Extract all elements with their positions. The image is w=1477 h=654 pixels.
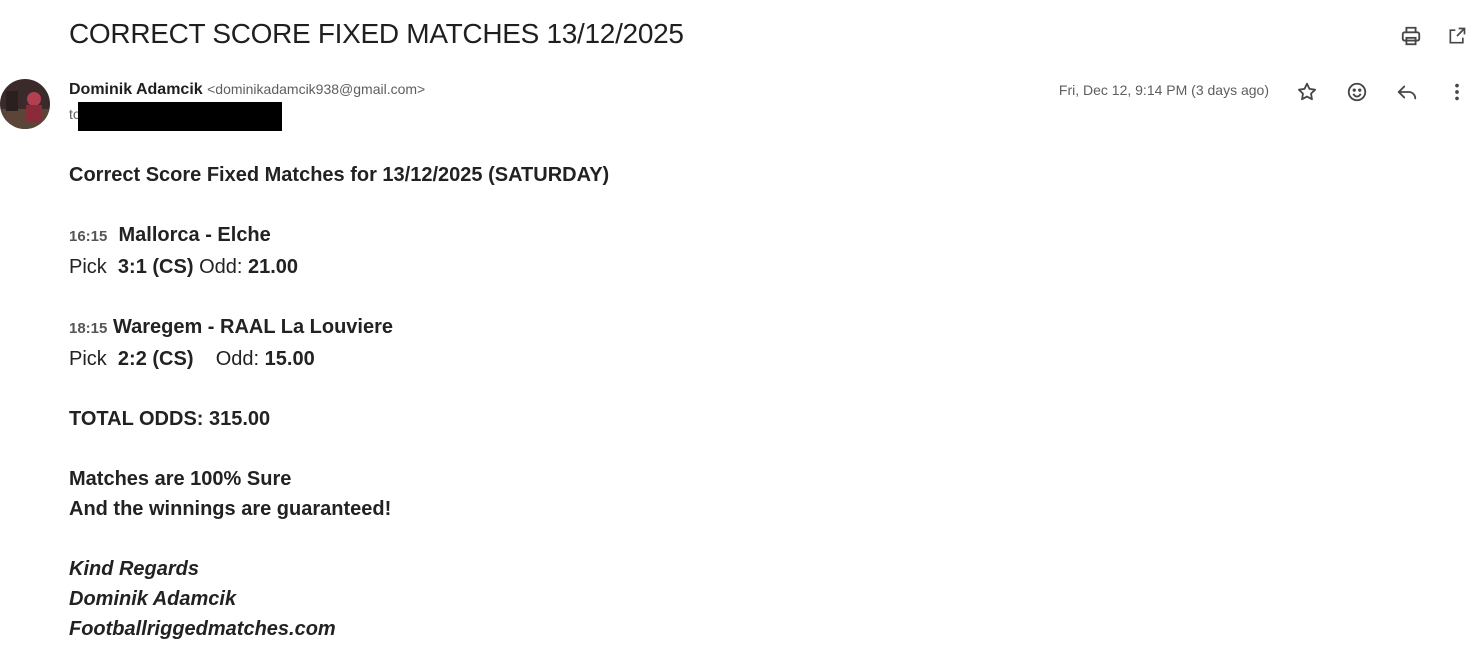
email-date: Fri, Dec 12, 9:14 PM (3 days ago)	[1058, 82, 1269, 98]
top-actions	[1399, 24, 1469, 48]
print-icon[interactable]	[1399, 24, 1423, 48]
emoji-icon[interactable]	[1345, 80, 1369, 104]
pick-line: Pick 2:2 (CS) Odd: 15.00	[69, 344, 609, 374]
pick-label: Pick	[69, 348, 107, 370]
match-line: 16:15 Mallorca - Elche	[69, 220, 609, 252]
more-vertical-icon[interactable]	[1445, 80, 1469, 104]
pick-line: Pick 3:1 (CS) Odd: 21.00	[69, 252, 609, 282]
pick-value: 2:2 (CS)	[117, 348, 194, 370]
star-icon[interactable]	[1295, 80, 1319, 104]
email-subject: CORRECT SCORE FIXED MATCHES 13/12/2025	[69, 18, 684, 49]
odd-value: 21.00	[247, 256, 299, 278]
odd-label: Odd:	[199, 256, 243, 278]
match-line: 18:15 Waregem - RAAL La Louviere	[69, 312, 609, 344]
signature-name: Dominik Adamcik	[69, 588, 237, 610]
avatar[interactable]	[0, 79, 50, 129]
pick-label: Pick	[69, 256, 107, 278]
open-in-new-icon[interactable]	[1445, 24, 1469, 48]
redacted-recipient	[78, 102, 282, 131]
body-heading: Correct Score Fixed Matches for 13/12/20…	[69, 164, 610, 186]
signature-line: Kind Regards	[69, 558, 200, 580]
match-teams: Mallorca - Elche	[118, 224, 271, 246]
sure-line: Matches are 100% Sure	[69, 468, 292, 490]
signature-website: Footballriggedmatches.com	[69, 618, 336, 640]
match-time: 18:15	[69, 320, 108, 337]
sender-name[interactable]: Dominik Adamcik	[69, 81, 203, 98]
guarantee-line: And the winnings are guaranteed!	[69, 498, 392, 520]
email-body: Correct Score Fixed Matches for 13/12/20…	[69, 160, 609, 644]
odd-value: 15.00	[264, 348, 315, 370]
reply-icon[interactable]	[1395, 80, 1419, 104]
sender-email: <dominikadamcik938@gmail.com>	[207, 81, 426, 97]
sender: Dominik Adamcik <dominikadamcik938@gmail…	[69, 81, 425, 99]
pick-value: 3:1 (CS)	[117, 256, 194, 278]
match-time: 16:15	[69, 228, 108, 245]
match-teams: Waregem - RAAL La Louviere	[112, 316, 393, 338]
odd-label: Odd:	[215, 348, 260, 370]
message-actions	[1295, 80, 1469, 104]
total-odds: TOTAL ODDS: 315.00	[69, 408, 271, 430]
